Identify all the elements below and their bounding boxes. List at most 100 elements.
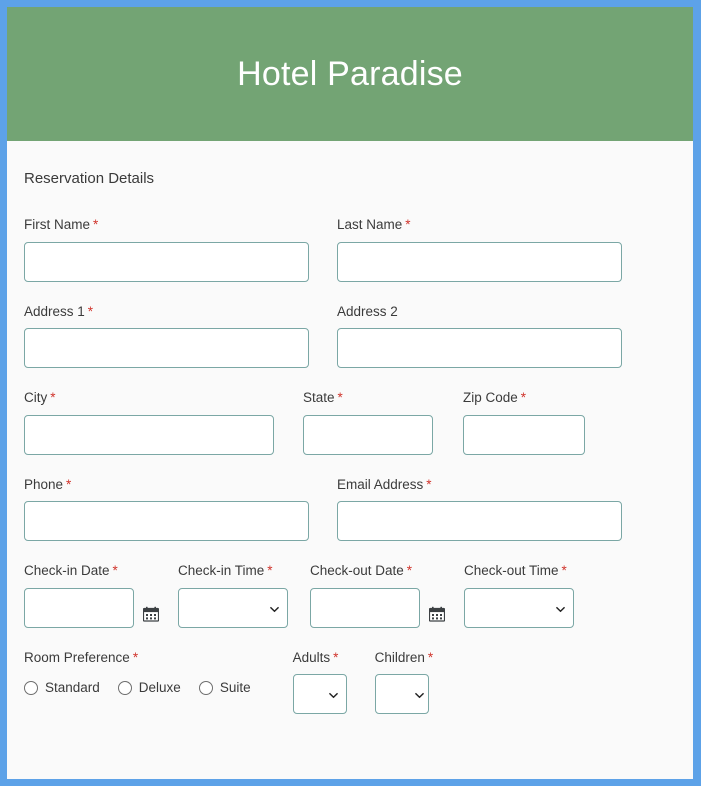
row-names: First Name * Last Name * <box>24 218 693 282</box>
checkout-date-label-text: Check-out Date <box>310 563 404 578</box>
calendar-icon[interactable] <box>143 606 159 622</box>
page-title: Hotel Paradise <box>237 55 463 93</box>
email-label: Email Address * <box>337 476 622 492</box>
address1-input[interactable] <box>24 328 309 368</box>
adults-select-wrap <box>292 674 347 714</box>
required-asterisk: * <box>112 563 118 578</box>
reservation-form: Reservation Details First Name * Last Nam… <box>7 141 693 779</box>
first-name-label: First Name * <box>24 218 309 232</box>
checkout-date-group <box>310 587 445 628</box>
field-address2: Address 2 <box>337 304 622 368</box>
row-city-state-zip: City * State * Zip Code * <box>24 391 693 455</box>
checkin-time-label: Check-in Time * <box>178 564 288 578</box>
required-asterisk: * <box>520 390 527 405</box>
required-asterisk: * <box>337 390 343 405</box>
required-asterisk: * <box>427 649 434 665</box>
city-label: City * <box>24 391 274 405</box>
field-checkout-time: Check-out Time * <box>464 564 574 628</box>
first-name-label-text: First Name <box>24 217 91 232</box>
checkout-time-select[interactable] <box>464 587 574 628</box>
address1-label: Address 1 * <box>24 303 309 319</box>
reservation-card: Hotel Paradise Reservation Details First… <box>7 7 693 779</box>
required-asterisk: * <box>333 649 339 665</box>
required-asterisk: * <box>66 476 72 492</box>
checkin-time-label-text: Check-in Time <box>178 563 265 578</box>
required-asterisk: * <box>406 563 413 578</box>
last-name-label-text: Last Name <box>337 217 403 232</box>
state-input[interactable] <box>303 414 433 455</box>
field-city: City * <box>24 391 274 455</box>
last-name-input[interactable] <box>337 241 622 282</box>
children-label-text: Children <box>374 649 425 665</box>
checkin-date-group <box>24 587 159 628</box>
first-name-input[interactable] <box>24 241 309 282</box>
field-phone: Phone * <box>24 476 309 541</box>
state-label: State * <box>303 391 433 405</box>
phone-label: Phone * <box>24 476 309 492</box>
radio-label-deluxe: Deluxe <box>138 680 181 696</box>
field-room-preference: Room Preference * Standard Deluxe Suite <box>24 649 269 703</box>
required-asterisk: * <box>93 217 99 232</box>
room-preference-label-text: Room Preference <box>24 649 130 665</box>
city-input[interactable] <box>24 414 274 455</box>
field-zip: Zip Code * <box>463 391 585 455</box>
row-phone-email: Phone * Email Address * <box>24 476 693 541</box>
row-address: Address 1 * Address 2 <box>24 303 693 368</box>
radio-label-suite: Suite <box>219 680 251 696</box>
checkin-date-label-text: Check-in Date <box>24 563 110 578</box>
checkin-date-input[interactable] <box>24 587 134 628</box>
checkout-time-label-text: Check-out Time <box>464 563 559 578</box>
radio-circle-icon[interactable] <box>198 681 213 695</box>
zip-label: Zip Code * <box>463 391 585 405</box>
field-checkout-date: Check-out Date * <box>310 564 445 628</box>
field-state: State * <box>303 391 433 455</box>
field-email: Email Address * <box>337 476 622 541</box>
state-label-text: State <box>303 390 335 405</box>
checkin-date-label: Check-in Date * <box>24 564 159 578</box>
phone-input[interactable] <box>24 501 309 541</box>
checkout-date-input[interactable] <box>310 587 420 628</box>
field-checkin-date: Check-in Date * <box>24 564 159 628</box>
radio-option-standard[interactable]: Standard <box>24 681 100 695</box>
city-label-text: City <box>24 390 48 405</box>
required-asterisk: * <box>87 303 94 319</box>
required-asterisk: * <box>426 476 432 492</box>
children-label: Children * <box>374 649 434 665</box>
address1-label-text: Address 1 <box>24 303 85 319</box>
email-label-text: Email Address <box>337 476 424 492</box>
required-asterisk: * <box>561 563 567 578</box>
field-address1: Address 1 * <box>24 303 309 368</box>
required-asterisk: * <box>267 563 273 578</box>
row-room-occupancy: Room Preference * Standard Deluxe Suite … <box>24 649 693 714</box>
children-select[interactable] <box>374 674 429 714</box>
calendar-icon[interactable] <box>429 606 445 622</box>
field-adults: Adults * <box>292 649 347 714</box>
radio-circle-icon[interactable] <box>117 681 132 695</box>
email-input[interactable] <box>337 501 622 541</box>
adults-select[interactable] <box>292 674 347 714</box>
radio-label-standard: Standard <box>45 680 100 696</box>
field-children: Children * <box>374 649 434 714</box>
radio-option-deluxe[interactable]: Deluxe <box>117 680 181 696</box>
page-frame: Hotel Paradise Reservation Details First… <box>0 0 701 786</box>
radio-option-suite[interactable]: Suite <box>198 680 251 696</box>
room-preference-label: Room Preference * <box>24 649 269 665</box>
adults-label: Adults * <box>292 649 347 665</box>
checkout-time-label: Check-out Time * <box>464 564 574 578</box>
required-asterisk: * <box>132 649 139 665</box>
checkin-time-select-wrap <box>178 587 288 628</box>
checkin-time-select[interactable] <box>178 587 288 628</box>
last-name-label: Last Name * <box>337 218 622 232</box>
address2-label: Address 2 <box>337 304 622 319</box>
section-title: Reservation Details <box>24 170 155 187</box>
field-last-name: Last Name * <box>337 218 622 282</box>
adults-label-text: Adults <box>292 649 331 665</box>
field-checkin-time: Check-in Time * <box>178 564 288 628</box>
app-header: Hotel Paradise <box>7 7 693 141</box>
checkout-time-select-wrap <box>464 587 574 628</box>
required-asterisk: * <box>405 217 411 232</box>
zip-input[interactable] <box>463 414 585 455</box>
zip-label-text: Zip Code <box>463 390 518 405</box>
address2-input[interactable] <box>337 328 622 368</box>
radio-circle-icon[interactable] <box>24 681 38 695</box>
